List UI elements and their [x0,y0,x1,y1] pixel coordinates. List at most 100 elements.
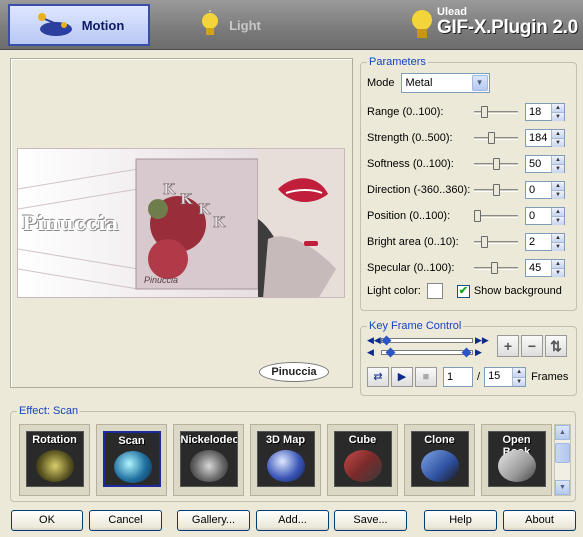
keyframe-bar-top[interactable] [381,338,473,343]
chevron-down-icon[interactable]: ▼ [471,75,488,91]
parameter-slider[interactable] [474,209,518,223]
add-button[interactable]: Add... [256,510,329,531]
parameter-slider[interactable] [474,157,518,171]
parameter-spin: ▲ ▼ [551,130,564,147]
slider-thumb[interactable] [492,158,500,170]
effect-thumbnail[interactable]: Rotation [19,424,90,496]
spin-up-icon[interactable]: ▲ [552,104,564,112]
gallery-button[interactable]: Gallery... [177,510,250,531]
scroll-up-icon[interactable]: ▲ [555,425,570,440]
total-frames-value[interactable]: 15 [485,368,512,386]
spin-up-icon[interactable]: ▲ [513,368,526,377]
keyframe-track[interactable]: ◀◀ ▶▶ ◀ ▶ [367,335,489,361]
slider-thumb[interactable] [487,132,495,144]
add-keyframe-icon[interactable]: + [497,335,519,357]
spin-down-icon[interactable]: ▼ [552,190,564,199]
tab-light[interactable]: Light [160,4,300,46]
parameter-slider[interactable] [474,261,518,275]
parameter-stepper[interactable]: 18 ▲ ▼ [525,103,565,121]
slider-thumb[interactable] [492,184,500,196]
parameter-slider[interactable] [474,183,518,197]
slider-thumb[interactable] [481,236,489,248]
effect-thumbnail[interactable]: Open Book [481,424,552,496]
parameter-slider[interactable] [474,235,518,249]
parameters-title: Parameters [367,56,428,68]
scrollbar-thumb[interactable] [555,443,570,463]
previous-keyframe-icon[interactable]: ◀ [367,347,374,358]
parameter-label: Softness (0..100): [367,158,454,170]
effect-preview[interactable]: Scan [102,431,161,487]
parameter-stepper[interactable]: 0 ▲ ▼ [525,207,565,225]
help-button[interactable]: Help [424,510,497,531]
light-color-swatch[interactable] [426,283,443,299]
effect-preview[interactable]: Nickelodeon [179,431,238,487]
spin-down-icon[interactable]: ▼ [552,268,564,277]
parameter-value[interactable]: 2 [526,234,551,250]
spin-down-icon[interactable]: ▼ [552,242,564,251]
mode-row: Mode Metal ▼ [367,73,490,93]
parameter-value[interactable]: 45 [526,260,551,276]
effect-scrollbar[interactable]: ▲ ▼ [554,424,571,496]
parameter-stepper[interactable]: 0 ▲ ▼ [525,181,565,199]
parameter-slider[interactable] [474,131,518,145]
spin-up-icon[interactable]: ▲ [552,182,564,190]
loop-icon[interactable]: ⇄ [367,367,389,387]
parameter-value[interactable]: 184 [526,130,551,146]
spin-down-icon[interactable]: ▼ [552,138,564,147]
effect-thumbnail[interactable]: Scan [96,424,167,496]
mode-select[interactable]: Metal ▼ [400,73,490,93]
tab-motion[interactable]: Motion [8,4,150,46]
effect-art [420,450,459,482]
parameter-value[interactable]: 18 [526,104,551,120]
effect-thumbnail[interactable]: Cube [327,424,398,496]
mode-value: Metal [405,77,433,89]
spin-up-icon[interactable]: ▲ [552,156,564,164]
spin-up-icon[interactable]: ▲ [552,260,564,268]
effect-thumbnail[interactable]: Nickelodeon [173,424,244,496]
play-icon[interactable]: ▶ [391,367,413,387]
effect-preview[interactable]: 3D Map [256,431,315,487]
next-keyframe-icon[interactable]: ▶ [475,347,482,358]
ok-button[interactable]: OK [11,510,83,531]
reverse-keyframe-icon[interactable]: ⇅ [545,335,567,357]
show-background-checkbox[interactable]: ✔ [456,284,470,298]
parameter-value[interactable]: 0 [526,208,551,224]
spin-up-icon[interactable]: ▲ [552,130,564,138]
total-frames-stepper[interactable]: 15 ▲ ▼ [484,367,527,387]
current-frame-input[interactable]: 1 [443,367,473,387]
parameter-stepper[interactable]: 184 ▲ ▼ [525,129,565,147]
parameter-stepper[interactable]: 50 ▲ ▼ [525,155,565,173]
effect-preview[interactable]: Rotation [25,431,84,487]
remove-keyframe-icon[interactable]: − [521,335,543,357]
save-button[interactable]: Save... [334,510,407,531]
effect-thumbnail[interactable]: 3D Map [250,424,321,496]
spin-down-icon[interactable]: ▼ [552,164,564,173]
first-frame-icon[interactable]: ◀◀ [367,335,381,346]
about-button[interactable]: About [503,510,576,531]
spin-down-icon[interactable]: ▼ [513,376,526,386]
slider-thumb[interactable] [480,106,488,118]
scroll-down-icon[interactable]: ▼ [555,480,570,495]
effect-preview[interactable]: Cube [333,431,392,487]
preview-watermark: Pinuccia [22,211,119,235]
effect-thumbnail[interactable]: Clone [404,424,475,496]
parameter-stepper[interactable]: 2 ▲ ▼ [525,233,565,251]
parameter-stepper[interactable]: 45 ▲ ▼ [525,259,565,277]
spin-down-icon[interactable]: ▼ [552,112,564,121]
parameter-value[interactable]: 50 [526,156,551,172]
spin-up-icon[interactable]: ▲ [552,234,564,242]
parameter-value[interactable]: 0 [526,182,551,198]
parameter-slider[interactable] [474,105,518,119]
spin-up-icon[interactable]: ▲ [552,208,564,216]
last-frame-icon[interactable]: ▶▶ [475,335,489,346]
cancel-button[interactable]: Cancel [89,510,162,531]
slider-track[interactable] [474,137,518,140]
effect-group: Effect: Scan Rotation Scan Nickelodeon 3D M… [10,405,576,502]
effect-preview[interactable]: Open Book [487,431,546,487]
stop-icon[interactable]: ■ [415,367,437,387]
slider-thumb[interactable] [474,210,481,222]
effect-preview[interactable]: Clone [410,431,469,487]
parameter-label: Strength (0..500): [367,132,453,144]
spin-down-icon[interactable]: ▼ [552,216,564,225]
slider-thumb[interactable] [490,262,498,274]
